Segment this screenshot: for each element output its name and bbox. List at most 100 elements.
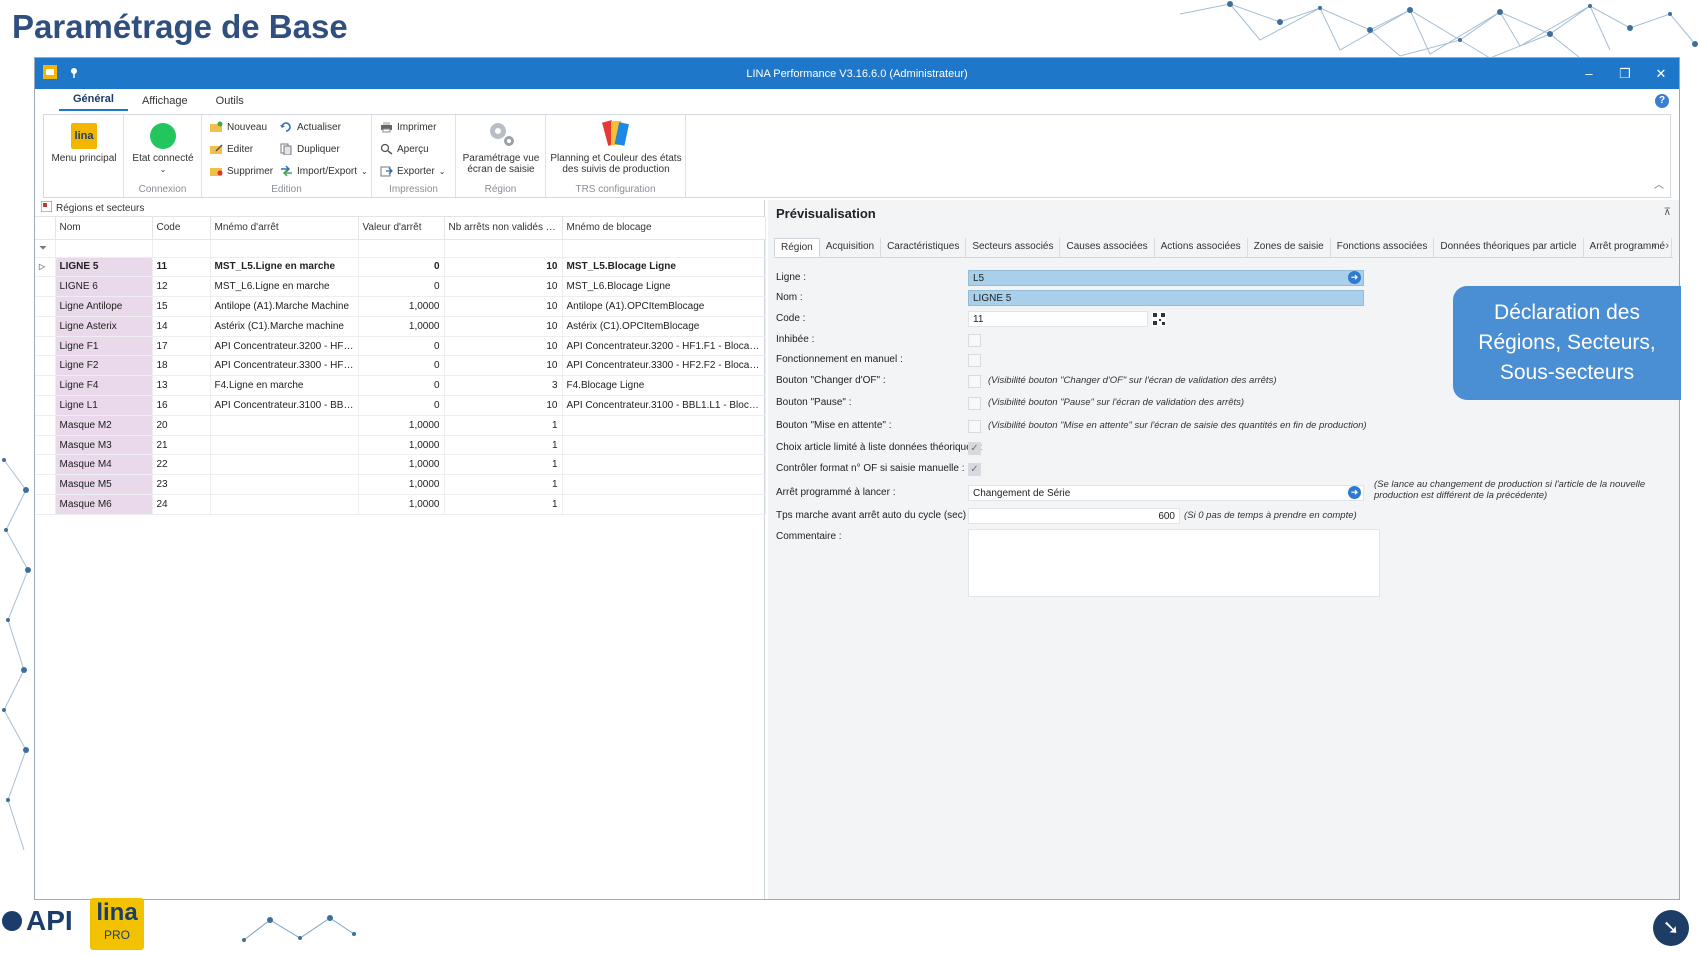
row-indicator[interactable] <box>35 454 56 476</box>
preview-tab[interactable]: Secteurs associés <box>966 238 1061 257</box>
cell-valeur[interactable]: 0 <box>358 355 445 377</box>
cell-nom[interactable]: Ligne Antilope <box>55 296 153 317</box>
table-row[interactable]: LIGNE 6 12 MST_L6.Ligne en marche 0 10 MST_L6… <box>35 276 766 298</box>
cell-blocage[interactable]: F4.Blocage Ligne <box>562 375 766 397</box>
cell-mnemo[interactable]: Antilope (A1).Marche Machine <box>210 296 359 317</box>
cell-nb-arrets[interactable]: 1 <box>444 454 563 476</box>
cell-blocage[interactable]: Antilope (A1).OPCItemBlocage <box>562 296 766 317</box>
cell-mnemo[interactable] <box>210 494 359 515</box>
cell-valeur[interactable]: 1,0000 <box>358 296 445 317</box>
pin-panel-icon[interactable]: ⊼ <box>1664 207 1671 218</box>
fonctionnement-checkbox[interactable] <box>968 354 981 367</box>
cell-nb-arrets[interactable]: 10 <box>444 336 563 357</box>
cell-blocage[interactable]: MST_L5.Blocage Ligne <box>562 257 766 278</box>
nom-field[interactable]: LIGNE 5 <box>968 290 1364 306</box>
cell-blocage[interactable] <box>562 494 766 515</box>
minimize-button[interactable]: – <box>1579 64 1599 84</box>
preview-tab[interactable]: Acquisition <box>820 238 882 257</box>
row-indicator[interactable]: ▷ <box>35 257 56 278</box>
menu-principal-button[interactable]: lina Menu principal <box>44 119 124 164</box>
cell-mnemo[interactable]: F4.Ligne en marche <box>210 375 359 397</box>
cell-valeur[interactable]: 0 <box>358 375 445 397</box>
cell-valeur[interactable]: 1,0000 <box>358 474 445 496</box>
table-row[interactable]: Masque M4 22 1,0000 1 <box>35 454 766 476</box>
preview-tab[interactable]: Caractéristiques <box>881 238 967 257</box>
cell-code[interactable]: 20 <box>152 415 211 436</box>
cell-mnemo[interactable] <box>210 474 359 496</box>
cell-nb-arrets[interactable]: 1 <box>444 415 563 436</box>
cell-blocage[interactable] <box>562 454 766 476</box>
code-field[interactable]: 11 <box>968 311 1148 327</box>
cell-nb-arrets[interactable]: 1 <box>444 494 563 515</box>
filter-icon[interactable]: ⏷ <box>35 239 56 258</box>
cell-nb-arrets[interactable]: 1 <box>444 435 563 456</box>
choix-article-checkbox[interactable]: ✓ <box>968 442 981 455</box>
table-row[interactable]: Masque M6 24 1,0000 1 <box>35 494 766 515</box>
cell-nom[interactable]: Masque M6 <box>55 494 153 515</box>
bouton-attente-checkbox[interactable] <box>968 420 981 433</box>
cell-nb-arrets[interactable]: 10 <box>444 276 563 298</box>
row-indicator[interactable] <box>35 316 56 337</box>
row-indicator[interactable] <box>35 415 56 436</box>
tab-affichage[interactable]: Affichage <box>128 91 202 111</box>
filter-cell[interactable] <box>210 239 359 258</box>
collapse-ribbon-icon[interactable]: ︿ <box>1654 176 1664 191</box>
cell-nom[interactable]: LIGNE 5 <box>55 257 153 278</box>
cell-code[interactable]: 18 <box>152 355 211 377</box>
parametrage-vue-button[interactable]: Paramétrage vue écran de saisie <box>456 119 546 175</box>
table-row[interactable]: Ligne F1 17 API Concentrateur.3200 - HF1.F… <box>35 336 766 357</box>
cell-nom[interactable]: Ligne Asterix <box>55 316 153 337</box>
preview-tab[interactable]: Zones de saisie <box>1248 238 1331 257</box>
cell-valeur[interactable]: 1,0000 <box>358 435 445 456</box>
arret-programme-field[interactable]: Changement de Série <box>968 485 1364 501</box>
tps-marche-field[interactable]: 600 <box>968 508 1180 524</box>
row-indicator[interactable] <box>35 336 56 357</box>
column-header-valeur[interactable]: Valeur d'arrêt <box>358 217 445 240</box>
cell-mnemo[interactable]: API Concentrateur.3200 - HF1.F1.Marche <box>210 336 359 357</box>
column-header-nb-arrets[interactable]: Nb arrêts non validés av... <box>444 217 563 240</box>
cell-code[interactable]: 16 <box>152 395 211 416</box>
cell-blocage[interactable]: Astérix (C1).OPCItemBlocage <box>562 316 766 337</box>
cell-nb-arrets[interactable]: 10 <box>444 296 563 317</box>
tab-outils[interactable]: Outils <box>202 91 258 111</box>
apercu-button[interactable]: Aperçu <box>380 143 429 155</box>
table-row[interactable]: Ligne L1 16 API Concentrateur.3100 - BBL1.… <box>35 395 766 416</box>
cell-code[interactable]: 24 <box>152 494 211 515</box>
preview-tab[interactable]: Actions associées <box>1155 238 1248 257</box>
cell-blocage[interactable]: MST_L6.Blocage Ligne <box>562 276 766 298</box>
preview-tab[interactable]: Fonctions associées <box>1331 238 1435 257</box>
bouton-pause-checkbox[interactable] <box>968 397 981 410</box>
arret-programme-lookup-button[interactable]: ➜ <box>1348 486 1361 499</box>
close-button[interactable]: ✕ <box>1651 64 1671 84</box>
cell-valeur[interactable]: 0 <box>358 257 445 278</box>
help-icon[interactable]: ? <box>1655 94 1669 108</box>
cell-nom[interactable]: Ligne F2 <box>55 355 153 377</box>
cell-mnemo[interactable]: API Concentrateur.3100 - BBL1.L1.Marche <box>210 395 359 416</box>
table-row[interactable]: Ligne Antilope 15 Antilope (A1).Marche Mac… <box>35 296 766 317</box>
row-indicator[interactable] <box>35 395 56 416</box>
cell-nb-arrets[interactable]: 1 <box>444 474 563 496</box>
preview-tab[interactable]: Causes associées <box>1060 238 1155 257</box>
cell-nom[interactable]: Ligne F4 <box>55 375 153 397</box>
table-row[interactable]: Masque M5 23 1,0000 1 <box>35 474 766 496</box>
cell-blocage[interactable] <box>562 415 766 436</box>
cell-blocage[interactable]: API Concentrateur.3200 - HF1.F1 - Blocag… <box>562 336 766 357</box>
cell-code[interactable]: 11 <box>152 257 211 278</box>
preview-tab[interactable]: Région <box>774 238 820 257</box>
table-row[interactable]: Ligne Asterix 14 Astérix (C1).Marche machi… <box>35 316 766 337</box>
actualiser-button[interactable]: Actualiser <box>280 121 341 133</box>
table-row[interactable]: Ligne F2 18 API Concentrateur.3300 - HF2.F… <box>35 355 766 377</box>
dupliquer-button[interactable]: Dupliquer <box>280 143 340 156</box>
supprimer-button[interactable]: Supprimer <box>210 165 273 177</box>
controler-format-checkbox[interactable]: ✓ <box>968 463 981 476</box>
cell-nb-arrets[interactable]: 10 <box>444 395 563 416</box>
cell-nb-arrets[interactable]: 10 <box>444 316 563 337</box>
cell-nom[interactable]: Masque M3 <box>55 435 153 456</box>
cell-valeur[interactable]: 1,0000 <box>358 415 445 436</box>
cell-nom[interactable]: Masque M5 <box>55 474 153 496</box>
etat-connecte-button[interactable]: Etat connecté ⌄ <box>124 119 202 175</box>
cell-nom[interactable]: Ligne L1 <box>55 395 153 416</box>
cell-code[interactable]: 12 <box>152 276 211 298</box>
row-indicator[interactable] <box>35 474 56 496</box>
column-header-code[interactable]: Code <box>152 217 211 240</box>
